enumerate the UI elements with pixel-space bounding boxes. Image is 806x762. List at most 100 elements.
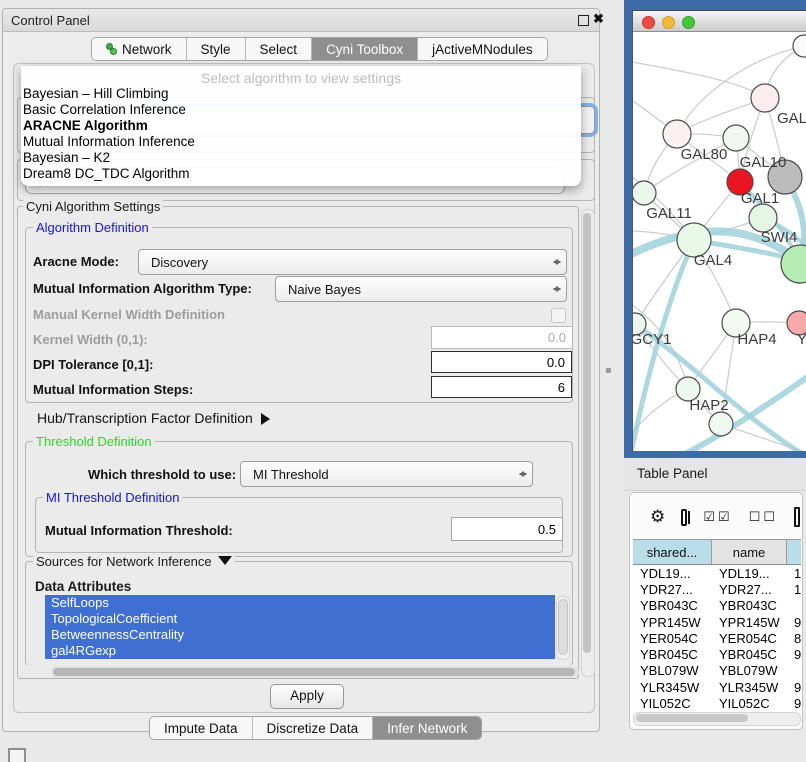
split-columns-icon[interactable] <box>681 509 687 526</box>
panel-title: Control Panel <box>11 13 90 28</box>
column-header-clipped[interactable] <box>787 540 801 564</box>
tab-discretize-data[interactable]: Discretize Data <box>253 717 374 739</box>
table-row[interactable]: YBR043CYBR043C <box>633 598 801 614</box>
tab-network[interactable]: Network <box>92 38 187 60</box>
which-threshold-value: MI Threshold <box>241 467 514 482</box>
network-edge[interactable] <box>633 61 765 98</box>
network-node-gal11[interactable] <box>633 181 656 205</box>
sources-collapser[interactable]: Sources for Network Inference <box>33 554 235 572</box>
attributes-scrollbar[interactable] <box>556 596 570 660</box>
attribute-item-betweennesscentrality[interactable]: BetweennessCentrality <box>45 627 555 643</box>
scrollbar-thumb[interactable] <box>636 714 748 722</box>
table-cell <box>787 598 801 614</box>
table-cell: YDL19... <box>633 565 712 581</box>
table-row[interactable]: YBR045CYBR045C9. <box>633 646 801 662</box>
hub-definition-expander[interactable]: Hub/Transcription Factor Definition <box>37 410 276 426</box>
aracne-mode-combobox[interactable]: Discovery <box>138 249 567 275</box>
panel-divider-handle[interactable] <box>606 368 611 373</box>
table-row[interactable]: YDR27...YDR27...12 <box>633 581 801 597</box>
dpi-tolerance-input[interactable]: 0.0 <box>431 351 572 373</box>
new-table-icon[interactable] <box>794 507 800 527</box>
tab-label: Discretize Data <box>267 721 359 736</box>
algorithm-option-mutual-information-inference[interactable]: Mutual Information Inference <box>23 134 423 150</box>
table-cell: YDL19... <box>712 565 787 581</box>
network-node-gal1[interactable] <box>749 204 777 232</box>
table-row[interactable]: YBL079WYBL079W <box>633 663 801 679</box>
network-node[interactable] <box>793 35 806 57</box>
table-row[interactable]: YLR345WYLR345W9. <box>633 679 801 695</box>
node-label: HAP4 <box>737 331 776 348</box>
settings-horizontal-scrollbar[interactable] <box>51 666 579 678</box>
restore-panel-icon[interactable] <box>8 748 26 762</box>
table-cell: YBR043C <box>712 598 787 614</box>
tab-label: Style <box>201 42 231 57</box>
tab-label: Cyni Toolbox <box>326 42 403 57</box>
data-attributes-list[interactable]: SelfLoopsTopologicalCoefficientBetweenne… <box>45 595 555 659</box>
select-all-icon[interactable]: ☑☑ <box>703 509 732 525</box>
table-cell <box>787 663 801 679</box>
tab-label: Network <box>122 42 172 57</box>
network-canvas[interactable]: GALGAL80GAL10GAL1GAL11GAL4SWI4GCY1HAP4YH… <box>633 31 806 451</box>
attribute-item-selfloops[interactable]: SelfLoops <box>45 595 555 611</box>
mi-type-combobox[interactable]: Naive Bayes <box>275 276 567 302</box>
algorithm-option-basic-correlation-inference[interactable]: Basic Correlation Inference <box>23 102 423 118</box>
apply-button[interactable]: Apply <box>270 684 344 709</box>
mac-zoom-button[interactable] <box>682 16 695 29</box>
data-attributes-label: Data Attributes <box>35 579 131 594</box>
algorithm-option-bayesian-k2[interactable]: Bayesian – K2 <box>23 150 423 166</box>
network-view-frame: GALGAL80GAL10GAL1GAL11GAL4SWI4GCY1HAP4YH… <box>624 0 806 458</box>
mi-steps-input[interactable]: 6 <box>431 376 572 398</box>
attribute-item-gal4rgexp[interactable]: gal4RGexp <box>45 643 555 659</box>
node-label: HAP2 <box>689 397 728 414</box>
tab-select[interactable]: Select <box>246 38 313 60</box>
tab-infer-network[interactable]: Infer Network <box>373 717 481 739</box>
attribute-item-topologicalcoefficient[interactable]: TopologicalCoefficient <box>45 611 555 627</box>
node-label: GAL1 <box>741 190 779 207</box>
control-panel: Control Panel ✖ NetworkStyleSelectCyni T… <box>2 8 600 732</box>
table-cell: YLR345W <box>712 679 787 695</box>
settings-group-label: Cyni Algorithm Settings <box>23 199 163 214</box>
settings-vertical-scrollbar[interactable] <box>581 209 595 677</box>
manual-kernel-checkbox[interactable] <box>551 308 566 323</box>
table-row[interactable]: YER054CYER054C8. <box>633 630 801 646</box>
combo-stepper-icon <box>548 250 566 274</box>
column-header-shared[interactable]: shared... <box>633 540 712 564</box>
collapse-arrow-icon <box>218 556 232 572</box>
table-row[interactable]: YPR145WYPR145W9. <box>633 614 801 630</box>
scrollbar-thumb[interactable] <box>53 668 575 676</box>
scrollbar-thumb[interactable] <box>583 213 591 653</box>
algorithm-option-bayesian-hill-climbing[interactable]: Bayesian – Hill Climbing <box>23 86 423 102</box>
table-row[interactable]: YIL052CYIL052C9. <box>633 695 801 711</box>
tab-cyni-toolbox[interactable]: Cyni Toolbox <box>312 38 418 60</box>
deselect-all-icon[interactable]: ☐☐ <box>749 509 778 525</box>
column-header-name[interactable]: name <box>712 540 787 564</box>
network-node[interactable] <box>709 412 733 436</box>
scrollbar-thumb[interactable] <box>558 599 568 655</box>
table-cell: 9. <box>787 695 801 711</box>
table-horizontal-scrollbar[interactable] <box>633 712 801 726</box>
tab-jactivemnodules[interactable]: jActiveMNodules <box>418 38 547 60</box>
mac-close-button[interactable] <box>642 16 655 29</box>
mi-threshold-input[interactable]: 0.5 <box>451 517 563 541</box>
network-node-gal80[interactable] <box>663 120 691 148</box>
table-cell: 9. <box>787 646 801 662</box>
float-panel-icon[interactable] <box>578 15 589 26</box>
network-window-titlebar[interactable] <box>633 11 806 32</box>
which-threshold-combobox[interactable]: MI Threshold <box>240 461 533 487</box>
table-row[interactable]: YDL19...YDL19...13 <box>633 565 801 581</box>
table-settings-gear-icon[interactable]: ⚙ <box>650 507 665 527</box>
tab-style[interactable]: Style <box>187 38 246 60</box>
table-rows: YDL19...YDL19...13YDR27...YDR27...12YBR0… <box>633 565 801 712</box>
algorithm-definition-label: Algorithm Definition <box>33 220 152 235</box>
tab-impute-data[interactable]: Impute Data <box>150 717 253 739</box>
close-icon[interactable]: ✖ <box>593 11 604 27</box>
network-node-gal[interactable] <box>751 84 779 112</box>
mi-steps-value: 6 <box>558 380 565 395</box>
kernel-width-input[interactable]: 0.0 <box>431 326 573 349</box>
combo-stepper-icon <box>514 462 532 486</box>
algorithm-option-dream8-dc-tdc-algorithm[interactable]: Dream8 DC_TDC Algorithm <box>23 166 423 182</box>
algorithm-option-aracne-algorithm[interactable]: ARACNE Algorithm <box>23 118 423 134</box>
mac-minimize-button[interactable] <box>662 16 675 29</box>
mi-type-value: Naive Bayes <box>276 282 548 297</box>
kernel-width-value: 0.0 <box>548 330 566 345</box>
